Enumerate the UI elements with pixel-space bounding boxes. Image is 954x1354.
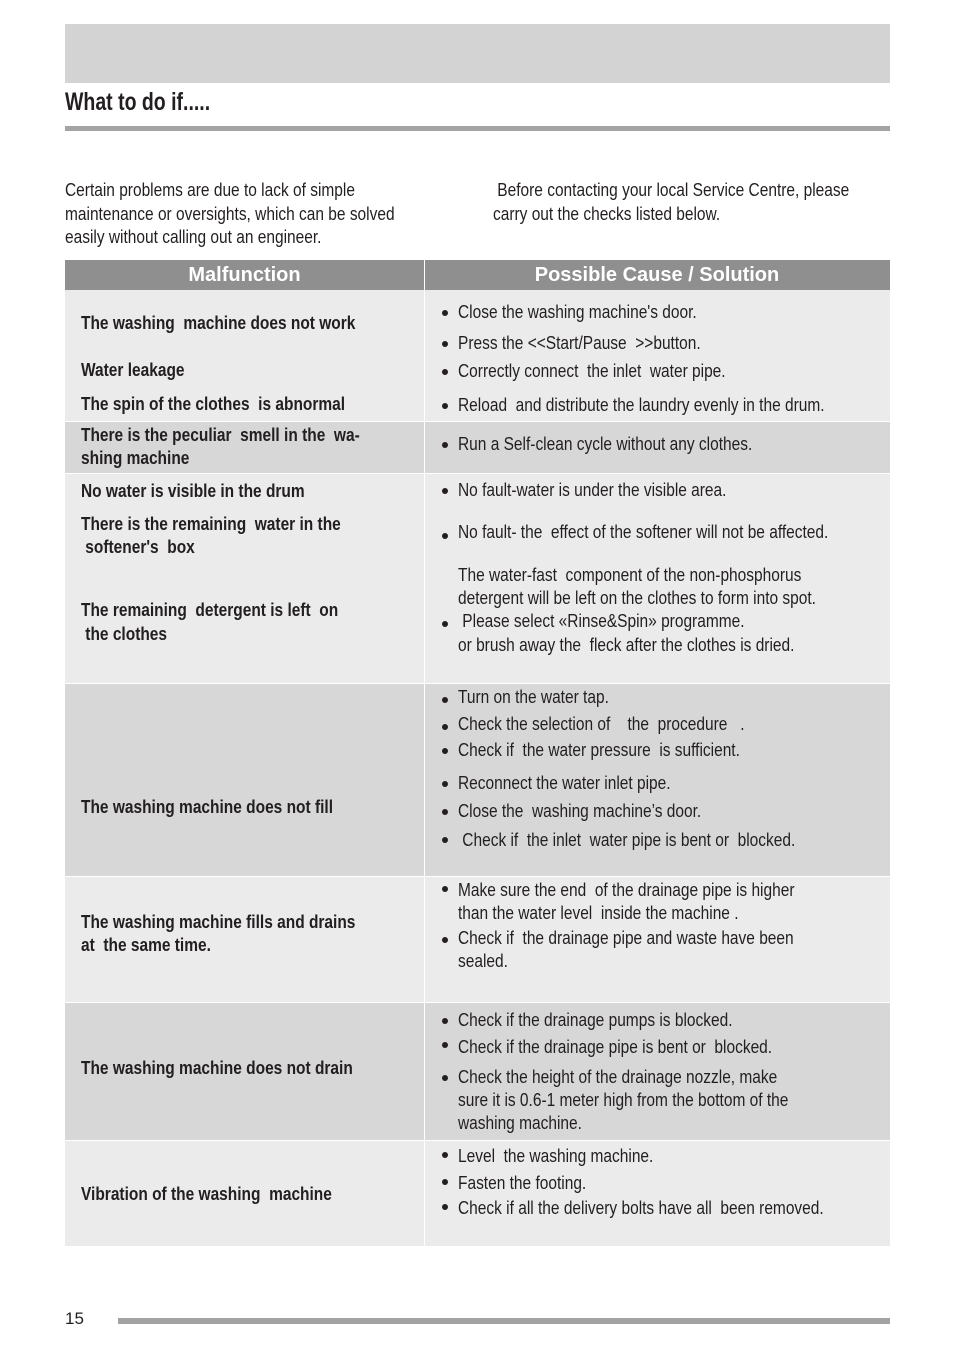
intro-right-line: Before contacting your local Service Cen…	[493, 180, 850, 200]
bullet-icon	[442, 724, 448, 730]
solution-text: Check if the inlet water pipe is bent or…	[458, 830, 796, 850]
solution-text: than the water level inside the machine …	[458, 903, 739, 923]
solution-text: Check the selection of the procedure .	[458, 714, 745, 734]
solution-text: Check if all the delivery bolts have all…	[458, 1198, 824, 1218]
row-divider	[65, 421, 890, 422]
bullet-icon	[442, 748, 448, 754]
row-divider	[65, 473, 890, 474]
malfunction-text: The washing machine does not drain	[81, 1058, 353, 1078]
solution-text: Close the washing machine’s door.	[458, 801, 702, 821]
intro-left-line: easily without calling out an engineer.	[65, 227, 322, 247]
bullet-icon	[442, 937, 448, 943]
malfunction-text: softener's box	[81, 537, 195, 557]
row-divider	[65, 876, 890, 877]
malfunction-text: The washing machine does not fill	[81, 797, 334, 817]
solution-text: Level the washing machine.	[458, 1146, 654, 1166]
bullet-icon	[442, 1179, 448, 1185]
malfunction-text: The spin of the clothes is abnormal	[81, 394, 346, 414]
header-solution: Possible Cause / Solution	[534, 264, 780, 286]
solution-text: No fault-water is under the visible area…	[458, 480, 727, 500]
header-malfunction: Malfunction	[188, 264, 301, 286]
solution-text: Correctly connect the inlet water pipe.	[458, 361, 726, 381]
bullet-icon	[442, 809, 448, 815]
page-title: What to do if.....	[65, 88, 211, 116]
title-rule	[65, 126, 890, 131]
malfunction-text: Water leakage	[81, 360, 185, 380]
bullet-icon	[442, 488, 448, 494]
solution-text: Make sure the end of the drainage pipe i…	[458, 880, 795, 900]
solution-text: Please select «Rinse&Spin» programme.	[458, 611, 745, 631]
solution-text: Close the washing machine's door.	[458, 302, 697, 322]
malfunction-text: No water is visible in the drum	[81, 481, 305, 501]
solution-text: Check the height of the drainage nozzle,…	[458, 1067, 778, 1087]
solution-text: Turn on the water tap.	[458, 687, 609, 707]
intro-left-line: Certain problems are due to lack of simp…	[65, 180, 355, 200]
solution-text: Check if the drainage pipe and waste hav…	[458, 928, 794, 948]
solution-text: Press the <<Start/Pause >>button.	[458, 333, 701, 353]
bullet-icon	[442, 341, 448, 347]
row-divider	[65, 1140, 890, 1141]
bullet-icon	[442, 781, 448, 787]
intro-right-line: carry out the checks listed below.	[493, 204, 721, 224]
header-band	[65, 24, 890, 83]
bullet-icon	[442, 369, 448, 375]
solution-text: Check if the water pressure is sufficien…	[458, 740, 740, 760]
bullet-icon	[442, 442, 448, 448]
column-divider	[424, 260, 425, 1246]
bullet-icon	[442, 1152, 448, 1158]
bullet-icon	[442, 1075, 448, 1081]
solution-text: detergent will be left on the clothes to…	[458, 588, 816, 608]
malfunction-text: There is the remaining water in the	[81, 514, 341, 534]
solution-text: sure it is 0.6-1 meter high from the bot…	[458, 1090, 789, 1110]
bullet-icon	[442, 1204, 448, 1210]
malfunction-text: The washing machine fills and drains	[81, 912, 356, 932]
row-divider	[65, 1002, 890, 1003]
malfunction-text: the clothes	[81, 624, 168, 644]
bullet-icon	[442, 1042, 448, 1048]
solution-text: sealed.	[458, 951, 508, 971]
solution-text: Check if the drainage pumps is blocked.	[458, 1010, 733, 1030]
malfunction-text: There is the peculiar smell in the wa-	[81, 425, 360, 445]
footer-rule	[118, 1318, 890, 1324]
bullet-icon	[442, 533, 448, 539]
bullet-icon	[442, 1018, 448, 1024]
solution-text: Reconnect the water inlet pipe.	[458, 773, 671, 793]
solution-text: Fasten the footing.	[458, 1173, 587, 1193]
bullet-icon	[442, 403, 448, 409]
malfunction-text: shing machine	[81, 448, 190, 468]
solution-text: or brush away the fleck after the clothe…	[458, 635, 795, 655]
intro-left-line: maintenance or oversights, which can be …	[65, 204, 395, 224]
malfunction-text: Vibration of the washing machine	[81, 1184, 332, 1204]
malfunction-text: The remaining detergent is left on	[81, 600, 339, 620]
bullet-icon	[442, 310, 448, 316]
solution-text: No fault- the effect of the softener wil…	[458, 522, 829, 542]
page-number: 15	[65, 1309, 84, 1328]
bullet-icon	[442, 621, 448, 627]
solution-text: Run a Self-clean cycle without any cloth…	[458, 434, 753, 454]
malfunction-text: at the same time.	[81, 935, 211, 955]
solution-text: Check if the drainage pipe is bent or bl…	[458, 1037, 773, 1057]
solution-text: washing machine.	[458, 1113, 582, 1133]
bullet-icon	[442, 697, 448, 703]
bullet-icon	[442, 837, 448, 843]
bullet-icon	[442, 886, 448, 892]
row-divider	[65, 683, 890, 684]
solution-text: The water-fast component of the non-phos…	[458, 565, 802, 585]
malfunction-text: The washing machine does not work	[81, 313, 356, 333]
solution-text: Reload and distribute the laundry evenly…	[458, 395, 825, 415]
